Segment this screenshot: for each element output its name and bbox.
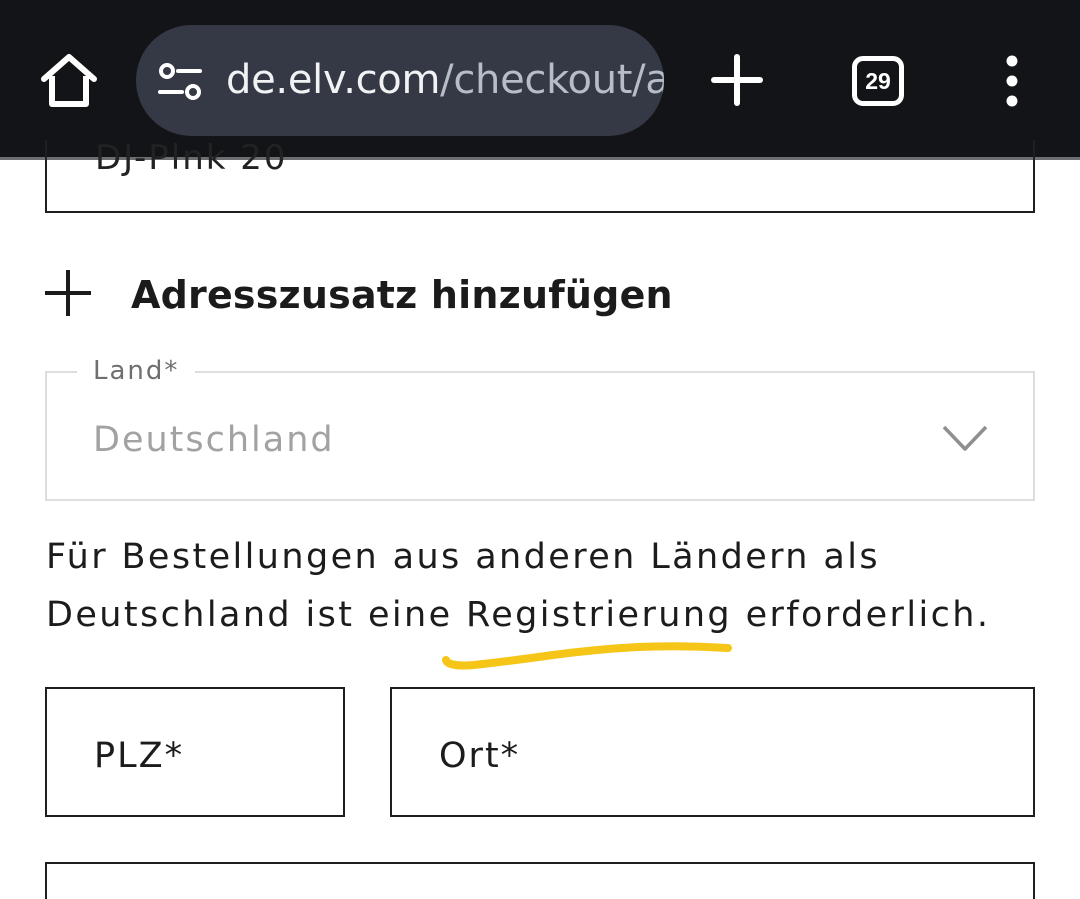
tab-count: 29 bbox=[865, 68, 891, 94]
country-label: Land* bbox=[77, 354, 196, 388]
url-host: de.elv.com bbox=[226, 57, 441, 103]
address-bar[interactable]: de.elv.com/checkout/a bbox=[136, 25, 664, 136]
country-value: Deutschland bbox=[93, 420, 335, 460]
tune-icon bbox=[158, 63, 202, 100]
add-address-addition-button[interactable]: Adresszusatz hinzufügen bbox=[45, 262, 745, 328]
home-button[interactable] bbox=[38, 52, 100, 110]
notice-line-1: Für Bestellungen aus anderen Ländern als bbox=[46, 537, 881, 577]
country-restriction-notice: Für Bestellungen aus anderen Ländern als… bbox=[46, 528, 1046, 644]
city-placeholder: Ort* bbox=[439, 736, 521, 776]
plus-icon bbox=[711, 54, 763, 106]
site-settings-button[interactable] bbox=[158, 62, 202, 102]
chevron-down-icon bbox=[942, 425, 988, 451]
url-text[interactable]: de.elv.com/checkout/a bbox=[226, 25, 664, 136]
postal-code-placeholder: PLZ* bbox=[94, 736, 185, 776]
home-icon bbox=[41, 54, 97, 107]
new-tab-button[interactable] bbox=[710, 53, 764, 107]
country-select[interactable]: Land* Deutschland bbox=[45, 354, 1035, 501]
browser-menu-button[interactable] bbox=[1000, 55, 1024, 107]
next-input-partial[interactable] bbox=[45, 862, 1035, 899]
street-field-value: DJ-Plnk 20 bbox=[95, 140, 288, 178]
notice-line-2: Deutschland ist eine Registrierung erfor… bbox=[46, 595, 991, 635]
plus-icon bbox=[45, 270, 91, 316]
add-address-addition-label: Adresszusatz hinzufügen bbox=[131, 273, 673, 317]
more-vertical-icon bbox=[1006, 55, 1018, 107]
street-field-partial[interactable]: DJ-Plnk 20 bbox=[45, 140, 1035, 213]
tab-switcher-button[interactable]: 29 bbox=[852, 56, 904, 106]
url-path: /checkout/a bbox=[440, 57, 664, 103]
city-input[interactable]: Ort* bbox=[390, 687, 1035, 817]
postal-code-input[interactable]: PLZ* bbox=[45, 687, 345, 817]
highlight-underline bbox=[442, 642, 732, 670]
browser-toolbar: de.elv.com/checkout/a 29 bbox=[0, 0, 1080, 157]
